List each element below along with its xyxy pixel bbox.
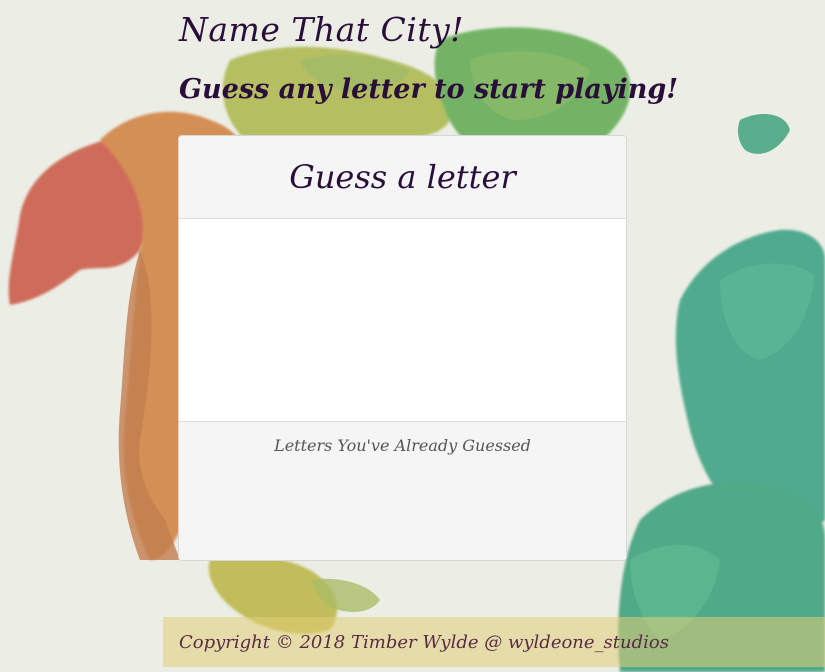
guess-panel: Guess a letter Letters You've Already Gu… [178, 135, 627, 561]
guessed-letters-label: Letters You've Already Guessed [274, 436, 531, 455]
copyright-text: Copyright © 2018 Timber Wylde @ wyldeone… [179, 631, 669, 653]
panel-heading: Guess a letter [179, 136, 626, 219]
word-display-area [179, 219, 626, 422]
game-page: Name That City! Guess any letter to star… [0, 0, 825, 672]
guessed-letters-section: Letters You've Already Guessed [179, 422, 626, 560]
game-instruction: Guess any letter to start playing! [179, 74, 679, 105]
game-title: Name That City! [179, 10, 465, 49]
footer: Copyright © 2018 Timber Wylde @ wyldeone… [163, 617, 825, 667]
